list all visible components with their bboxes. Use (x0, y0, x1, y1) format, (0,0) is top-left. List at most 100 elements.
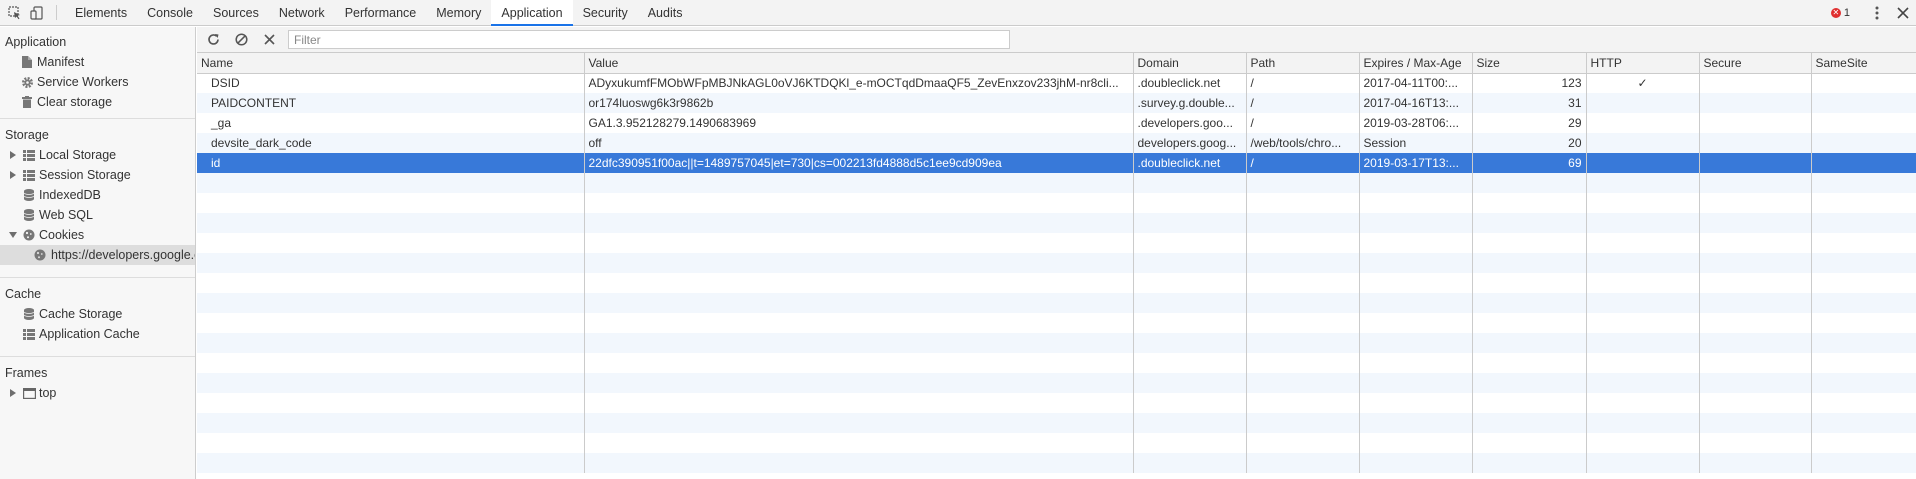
empty-cell (1586, 413, 1700, 433)
column-header-http[interactable]: HTTP (1586, 53, 1700, 74)
filter-input[interactable] (288, 30, 1010, 49)
sidebar-item-frame-top[interactable]: top (0, 383, 195, 403)
empty-cell (197, 313, 585, 333)
delete-selected-icon[interactable] (255, 27, 283, 53)
empty-row (197, 273, 1916, 293)
column-header-size[interactable]: Size (1472, 53, 1587, 74)
column-header-path[interactable]: Path (1246, 53, 1360, 74)
column-header-name[interactable]: Name (197, 53, 585, 74)
cell-http: ✓ (1586, 73, 1700, 93)
cookies-panel: Name Value Domain Path Expires / Max-Age… (197, 27, 1916, 479)
sidebar-item-indexeddb[interactable]: IndexedDB (0, 185, 195, 205)
tab-security[interactable]: Security (573, 0, 638, 25)
column-header-value[interactable]: Value (584, 53, 1134, 74)
sidebar-item-manifest[interactable]: Manifest (0, 52, 195, 72)
empty-cell (1586, 213, 1700, 233)
device-toolbar-icon[interactable] (26, 0, 48, 26)
empty-cell (1133, 453, 1247, 473)
cell-name: PAIDCONTENT (197, 93, 585, 113)
refresh-icon[interactable] (199, 27, 227, 53)
sidebar-item-label: top (39, 386, 57, 400)
tab-audits[interactable]: Audits (638, 0, 693, 25)
cell-expires: 2017-04-16T13:... (1359, 93, 1473, 113)
empty-cell (1699, 173, 1812, 193)
inspect-element-icon[interactable] (4, 0, 26, 26)
empty-row (197, 433, 1916, 453)
tab-performance[interactable]: Performance (335, 0, 427, 25)
grid-icon (22, 168, 36, 182)
section-cache-title: Cache (5, 287, 42, 301)
sidebar-item-local-storage[interactable]: Local Storage (0, 145, 195, 165)
tab-sources[interactable]: Sources (203, 0, 269, 25)
database-icon (22, 307, 36, 321)
expand-arrow-icon[interactable] (8, 165, 18, 185)
error-count: 1 (1843, 7, 1850, 19)
expand-arrow-icon[interactable] (8, 145, 18, 165)
empty-cell (1586, 173, 1700, 193)
clear-all-icon[interactable] (227, 27, 255, 53)
tab-network[interactable]: Network (269, 0, 335, 25)
empty-cell (1811, 393, 1916, 413)
sidebar-item-label: Cookies (39, 228, 85, 242)
table-row[interactable]: PAIDCONTENT or174luoswg6k3r9862b .survey.g… (197, 93, 1916, 113)
sidebar-item-clear-storage[interactable]: Clear storage (0, 92, 195, 112)
empty-cell (1699, 313, 1812, 333)
empty-row (197, 373, 1916, 393)
cell-http (1586, 93, 1700, 113)
document-icon (20, 55, 34, 69)
table-row[interactable]: _ga GA1.3.952128279.1490683969 .developers… (197, 113, 1916, 133)
empty-cell (1472, 333, 1587, 353)
sidebar-item-web-sql[interactable]: Web SQL (0, 205, 195, 225)
empty-cell (1133, 213, 1247, 233)
empty-cell (584, 433, 1134, 453)
table-row[interactable]: DSID ADyxukumfFMObWFpMBJNkAGL0oVJ6KTDQKl_… (197, 73, 1916, 93)
table-row[interactable]: id 22dfc390951f00ac||t=1489757045|et=730|… (197, 153, 1916, 173)
sidebar-item-application-cache[interactable]: Application Cache (0, 324, 195, 344)
cell-name: DSID (197, 73, 585, 93)
empty-cell (584, 453, 1134, 473)
empty-cell (1811, 293, 1916, 313)
cell-secure (1699, 153, 1812, 173)
empty-cell (1133, 293, 1247, 313)
tab-elements[interactable]: Elements (65, 0, 137, 25)
cell-value: ADyxukumfFMObWFpMBJNkAGL0oVJ6KTDQKl_e-mO… (584, 73, 1134, 93)
sidebar-item-cookie-origin[interactable]: https://developers.google.com (0, 245, 195, 265)
tab-console[interactable]: Console (137, 0, 203, 25)
error-counter[interactable]: ✕ 1 (1830, 7, 1850, 19)
empty-cell (1359, 233, 1473, 253)
devtools-toolbar: Elements Console Sources Network Perform… (0, 0, 1916, 26)
empty-cell (1472, 273, 1587, 293)
column-header-samesite[interactable]: SameSite (1811, 53, 1916, 74)
cell-path: / (1246, 153, 1360, 173)
sidebar-item-cache-storage[interactable]: Cache Storage (0, 304, 195, 324)
collapse-arrow-icon[interactable] (8, 225, 18, 245)
column-header-secure[interactable]: Secure (1699, 53, 1812, 74)
empty-cell (584, 193, 1134, 213)
expand-arrow-icon[interactable] (8, 383, 18, 403)
empty-cell (1699, 233, 1812, 253)
close-devtools-icon[interactable] (1892, 0, 1914, 26)
empty-cell (1246, 273, 1360, 293)
empty-cell (197, 293, 585, 313)
empty-cell (1246, 233, 1360, 253)
empty-cell (197, 353, 585, 373)
tab-application[interactable]: Application (491, 0, 573, 26)
empty-cell (584, 233, 1134, 253)
empty-row (197, 193, 1916, 213)
column-header-expires[interactable]: Expires / Max-Age (1359, 53, 1473, 74)
sidebar-item-session-storage[interactable]: Session Storage (0, 165, 195, 185)
column-header-domain[interactable]: Domain (1133, 53, 1247, 74)
empty-row (197, 453, 1916, 473)
empty-cell (1246, 213, 1360, 233)
sidebar-item-service-workers[interactable]: Service Workers (0, 72, 195, 92)
sidebar-item-cookies[interactable]: Cookies (0, 225, 195, 245)
table-row[interactable]: devsite_dark_code off developers.goog.../w… (197, 133, 1916, 153)
empty-cell (197, 273, 585, 293)
error-icon: ✕ (1830, 8, 1841, 18)
empty-cell (1811, 333, 1916, 353)
cell-http (1586, 153, 1700, 173)
cell-path: / (1246, 113, 1360, 133)
tab-memory[interactable]: Memory (426, 0, 491, 25)
empty-cell (1472, 313, 1587, 333)
more-options-icon[interactable] (1866, 0, 1888, 26)
